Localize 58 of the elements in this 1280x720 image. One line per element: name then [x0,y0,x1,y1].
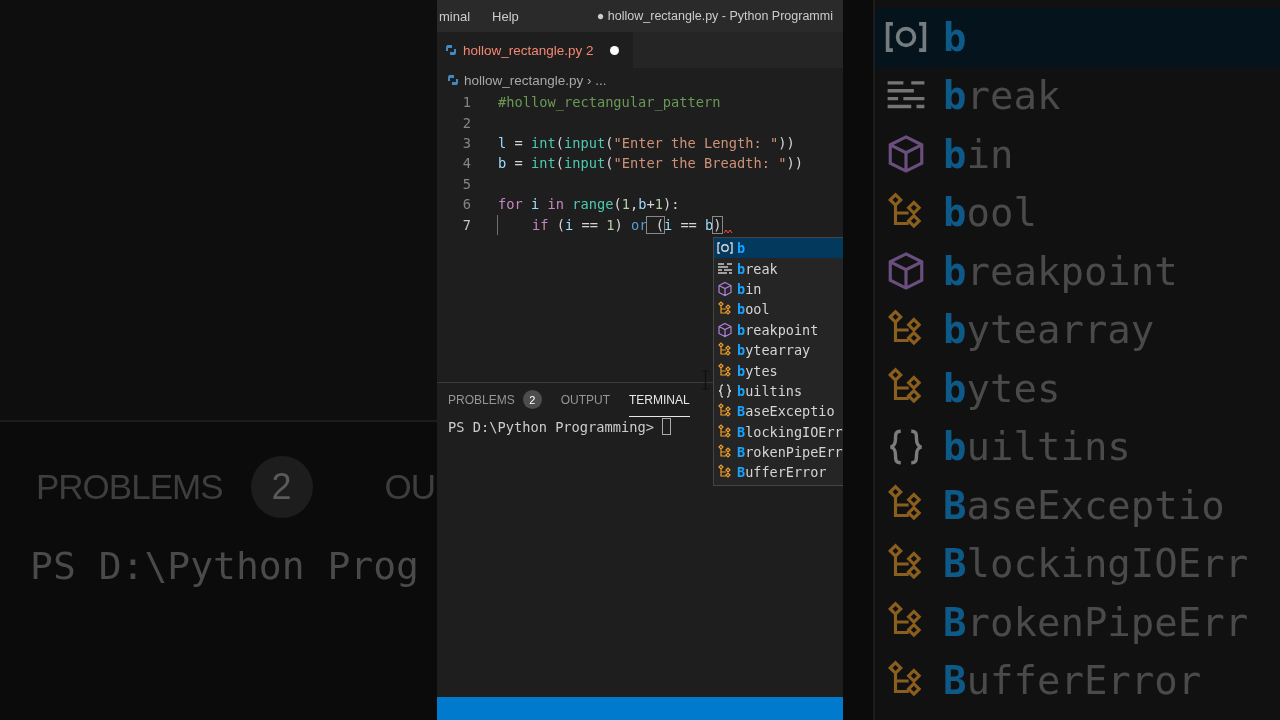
suggestion-item[interactable]: BlockingIOErr [714,421,843,442]
suggestion-item: bytes [875,359,1280,418]
line-number: 5 [461,175,471,192]
suggestion-item[interactable]: bytearray [714,339,843,361]
code-line: l = int(input("Enter the Length: ")) [498,134,795,151]
line-number: 6 [461,196,471,213]
line-number: 1 [461,94,471,111]
suggestion-item[interactable]: bin [714,278,843,300]
suggestion-item[interactable]: bool [714,299,843,320]
suggestion-item[interactable]: b [714,238,843,259]
file-icon [447,74,459,86]
suggestion-item[interactable]: BufferError [714,462,843,483]
problem-count: 2 [250,456,313,518]
window-title: ● hollow_rectangle.py - Python Programmi [596,9,833,23]
panel-tab[interactable]: PROBLEMS 2 [448,383,542,417]
terminal-prompt: PS D:\Python Programming> [448,418,654,435]
suggestion-item[interactable]: builtins [714,380,843,402]
suggestion-item: b reak [875,66,1280,125]
suggestion-item: BufferError [875,651,1280,710]
suggestion-item: b [875,8,1280,67]
line-number: 2 [461,114,471,131]
breadcrumb[interactable]: hollow_rectangle.py › ... [464,72,607,88]
terminal-cursor [662,418,671,435]
suggestion-item: BaseExceptio [875,476,1280,535]
variable-icon [717,240,733,257]
suggestion-item: bin [875,125,1280,184]
suggestion-item: b reakpoint [875,242,1280,301]
suggestion-item[interactable]: breakpoint [714,319,843,340]
suggestion-item[interactable]: bytes [714,360,843,381]
file-icon [445,44,457,56]
cube-icon [717,321,733,338]
class-icon [717,362,733,379]
line-number: 4 [461,155,471,172]
cube-icon [717,280,733,297]
code-line: for i in range(1,b+1): [498,196,680,213]
suggestion-item[interactable]: BaseExceptio [714,401,843,422]
keyword-icon [717,260,733,277]
suggestion-item: BlockingIOErr [875,534,1280,593]
suggestion-item[interactable]: BrokenPipeErr [714,441,843,463]
code-line: if (i == 1) or (i == b) [532,216,722,233]
suggestion-item: B rokenPipeErr [875,593,1280,652]
code-line: b = int(input("Enter the Breadth: ")) [498,155,803,172]
suggestion-item[interactable]: break [714,258,843,279]
menu-item[interactable]: Help [492,8,519,24]
menu-item[interactable]: minal [439,8,471,24]
line-number: 7 [461,216,471,233]
suggestion-item: builtins [875,417,1280,476]
panel-tab[interactable]: TERMINAL [629,383,690,417]
suggestion-item: bool [875,183,1280,242]
terminal-line: PS D:\Python Prog [30,544,420,588]
editor-tab[interactable]: hollow_rectangle.py 2 [437,32,633,68]
braces-icon [717,382,733,399]
code-line: #hollow_rectangular_pattern [498,94,721,111]
panel-tab[interactable]: OUTPUT [560,383,611,417]
line-number: 3 [461,134,471,151]
suggestion-item: bytearray [875,300,1280,359]
text-cursor-icon [701,370,710,390]
class-icon [717,423,733,440]
